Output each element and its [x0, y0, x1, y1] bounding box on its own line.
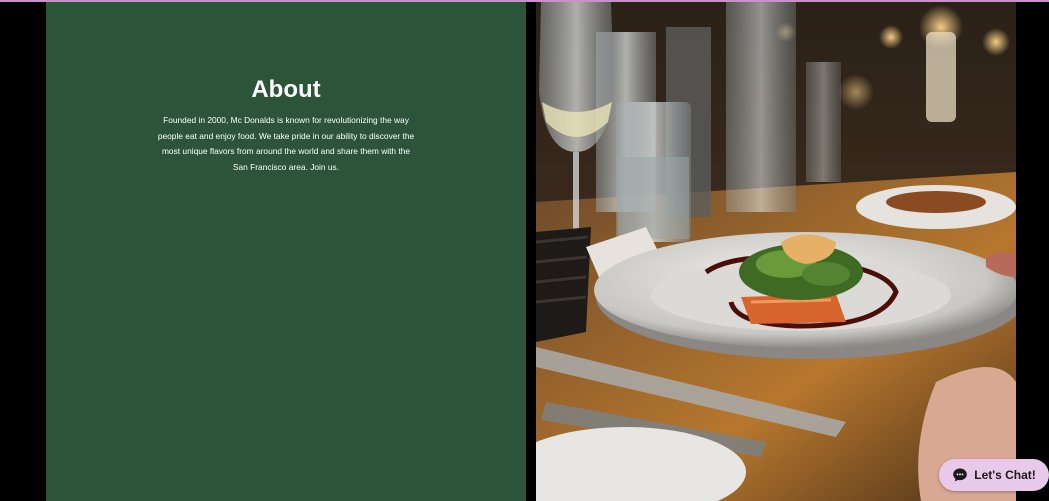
about-description: Founded in 2000, Mc Donalds is known for…	[157, 115, 415, 172]
lets-chat-label: Let's Chat!	[974, 468, 1036, 482]
restaurant-photo-image	[536, 2, 1016, 501]
about-section: About Founded in 2000, Mc Donalds is kno…	[46, 2, 526, 501]
page: About Founded in 2000, Mc Donalds is kno…	[0, 0, 1049, 501]
lets-chat-button[interactable]: Let's Chat!	[939, 459, 1049, 491]
about-title: About	[251, 76, 321, 103]
chat-bubble-icon	[952, 467, 968, 483]
restaurant-photo	[536, 2, 1016, 501]
